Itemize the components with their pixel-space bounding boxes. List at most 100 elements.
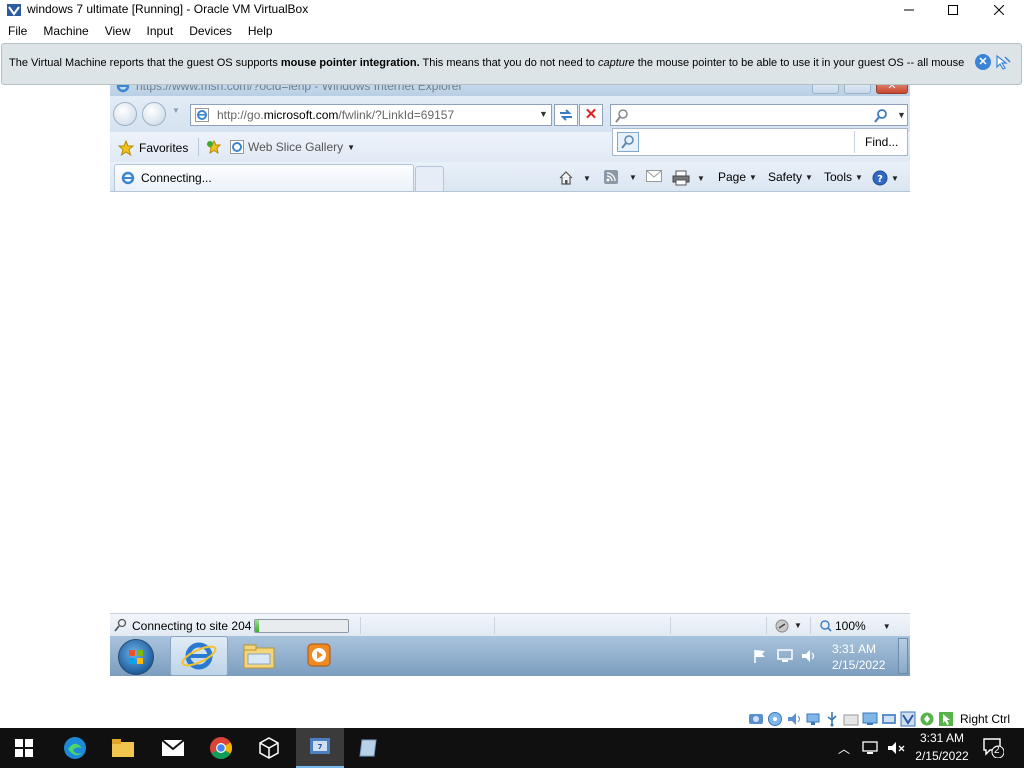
virtualization-icon[interactable]	[900, 711, 916, 727]
mouse-integration-status-icon[interactable]	[938, 711, 954, 727]
zoom-level-button[interactable]: 100% ▼	[820, 619, 891, 633]
search-box[interactable]: ▼	[610, 104, 908, 126]
video-capture-icon[interactable]	[881, 711, 897, 727]
windows7-start-button[interactable]	[118, 639, 154, 675]
action-center-flag-icon[interactable]	[752, 648, 768, 664]
network-adapter-icon[interactable]	[805, 711, 821, 727]
back-button[interactable]	[113, 102, 137, 126]
tools-menu-button[interactable]: Tools ▼	[824, 170, 863, 184]
separator	[494, 617, 495, 634]
chevron-up-icon[interactable]: ︿	[838, 740, 850, 757]
separator	[766, 617, 767, 634]
taskbar-internet-explorer[interactable]	[170, 636, 228, 676]
menu-machine[interactable]: Machine	[35, 21, 96, 42]
network-icon[interactable]	[862, 740, 880, 756]
ie-page-content[interactable]	[110, 192, 910, 613]
guest-screen[interactable]: https://www.msn.com/?ocid=iehp - Windows…	[110, 76, 910, 676]
menu-input[interactable]: Input	[139, 21, 182, 42]
address-dropdown-icon[interactable]: ▼	[539, 109, 548, 119]
taskbar-3d-viewer[interactable]	[245, 728, 293, 768]
volume-muted-icon[interactable]	[886, 740, 906, 756]
search-icon	[114, 618, 127, 632]
address-prefix: http://go.	[217, 108, 264, 122]
mouse-integration-icon[interactable]	[995, 54, 1011, 70]
taskbar-file-explorer[interactable]	[99, 728, 147, 768]
taskbar-virtualbox-manager[interactable]	[344, 728, 392, 768]
separator	[810, 617, 811, 634]
separator	[360, 617, 361, 634]
help-button[interactable]: ? ▼	[872, 170, 899, 186]
guest-clock-date[interactable]: 2/15/2022	[832, 658, 885, 672]
taskbar-mail[interactable]	[149, 728, 197, 768]
menu-file[interactable]: File	[0, 21, 35, 42]
search-options-dropdown[interactable]: ▼	[897, 110, 906, 120]
windows-start-button[interactable]	[0, 728, 48, 768]
menu-help[interactable]: Help	[240, 21, 281, 42]
audio-icon[interactable]	[786, 711, 802, 727]
chevron-down-icon[interactable]: ▼	[794, 621, 802, 630]
menu-view[interactable]: View	[97, 21, 139, 42]
notice-close-button[interactable]: ✕	[975, 54, 991, 70]
network-icon[interactable]	[776, 648, 794, 664]
host-clock-date[interactable]: 2/15/2022	[910, 749, 974, 763]
cpu-indicator-icon[interactable]	[919, 711, 935, 727]
recent-pages-dropdown[interactable]: ▼	[172, 106, 180, 115]
home-button[interactable]: ▼	[558, 170, 591, 186]
mail-icon	[646, 170, 662, 182]
taskbar-windows-explorer[interactable]	[242, 642, 276, 670]
stop-button[interactable]: ✕	[579, 104, 603, 126]
search-provider-button[interactable]	[617, 132, 639, 152]
notifications-icon	[983, 738, 1005, 759]
read-mail-button[interactable]	[646, 170, 662, 182]
virtualbox-manager-icon	[359, 739, 377, 757]
favorites-button[interactable]: Favorites	[118, 140, 188, 156]
menu-devices[interactable]: Devices	[181, 21, 240, 42]
address-bar[interactable]: http://go.microsoft.com/fwlink/?LinkId=6…	[190, 104, 552, 126]
ie-icon	[181, 642, 217, 670]
volume-icon[interactable]	[800, 648, 818, 664]
guest-clock-time[interactable]: 3:31 AM	[832, 642, 876, 656]
cube-icon	[259, 737, 279, 759]
separator	[670, 617, 671, 634]
ie-tab-bar: Connecting... ▼ ▼ ▼ Page ▼ Safety ▼ Tool…	[110, 162, 910, 192]
mouse-integration-notice: The Virtual Machine reports that the gue…	[1, 43, 1022, 85]
print-button[interactable]: ▼	[672, 170, 705, 186]
show-desktop-button[interactable]	[898, 638, 908, 674]
web-slice-gallery-button[interactable]: Web Slice Gallery ▼	[230, 140, 355, 154]
taskbar-edge[interactable]	[51, 728, 99, 768]
usb-icon[interactable]	[824, 711, 840, 727]
display-icon[interactable]	[862, 711, 878, 727]
page-menu-button[interactable]: Page ▼	[718, 170, 757, 184]
add-to-favorites-bar-icon[interactable]	[206, 140, 222, 154]
new-tab-button[interactable]	[415, 166, 444, 191]
notice-text-part1: The Virtual Machine reports that the gue…	[9, 57, 281, 69]
taskbar-chrome[interactable]	[197, 728, 245, 768]
search-go-icon[interactable]	[873, 108, 889, 124]
feeds-button[interactable]: ▼	[604, 170, 637, 184]
svg-text:7: 7	[318, 743, 323, 751]
optical-drive-icon[interactable]	[767, 711, 783, 727]
folder-icon	[112, 739, 134, 757]
taskbar-windows-media-player[interactable]	[306, 642, 332, 668]
tab-active[interactable]: Connecting...	[114, 164, 414, 191]
address-text[interactable]: http://go.microsoft.com/fwlink/?LinkId=6…	[217, 108, 454, 122]
safety-menu-button[interactable]: Safety ▼	[768, 170, 813, 184]
printer-icon	[672, 170, 690, 186]
notice-text-italic: capture	[597, 57, 635, 69]
close-button[interactable]	[976, 0, 1022, 20]
taskbar-virtualbox-vm[interactable]: 7	[296, 728, 344, 768]
host-clock-time[interactable]: 3:31 AM	[918, 731, 966, 745]
minimize-button[interactable]	[886, 0, 932, 20]
forward-button[interactable]	[142, 102, 166, 126]
protected-mode-icon[interactable]	[774, 618, 790, 634]
search-icon	[615, 109, 628, 123]
refresh-button[interactable]	[554, 104, 578, 126]
search-input[interactable]	[633, 107, 873, 123]
find-on-page-button[interactable]: Find...	[865, 135, 898, 149]
vbox-titlebar: windows 7 ultimate [Running] - Oracle VM…	[0, 0, 1024, 20]
hard-disk-icon[interactable]	[748, 711, 764, 727]
maximize-button[interactable]	[930, 0, 976, 20]
action-center-button[interactable]: 2	[982, 736, 1005, 759]
shared-folders-icon[interactable]	[843, 711, 859, 727]
notice-text-bold: mouse pointer integration.	[280, 57, 420, 69]
